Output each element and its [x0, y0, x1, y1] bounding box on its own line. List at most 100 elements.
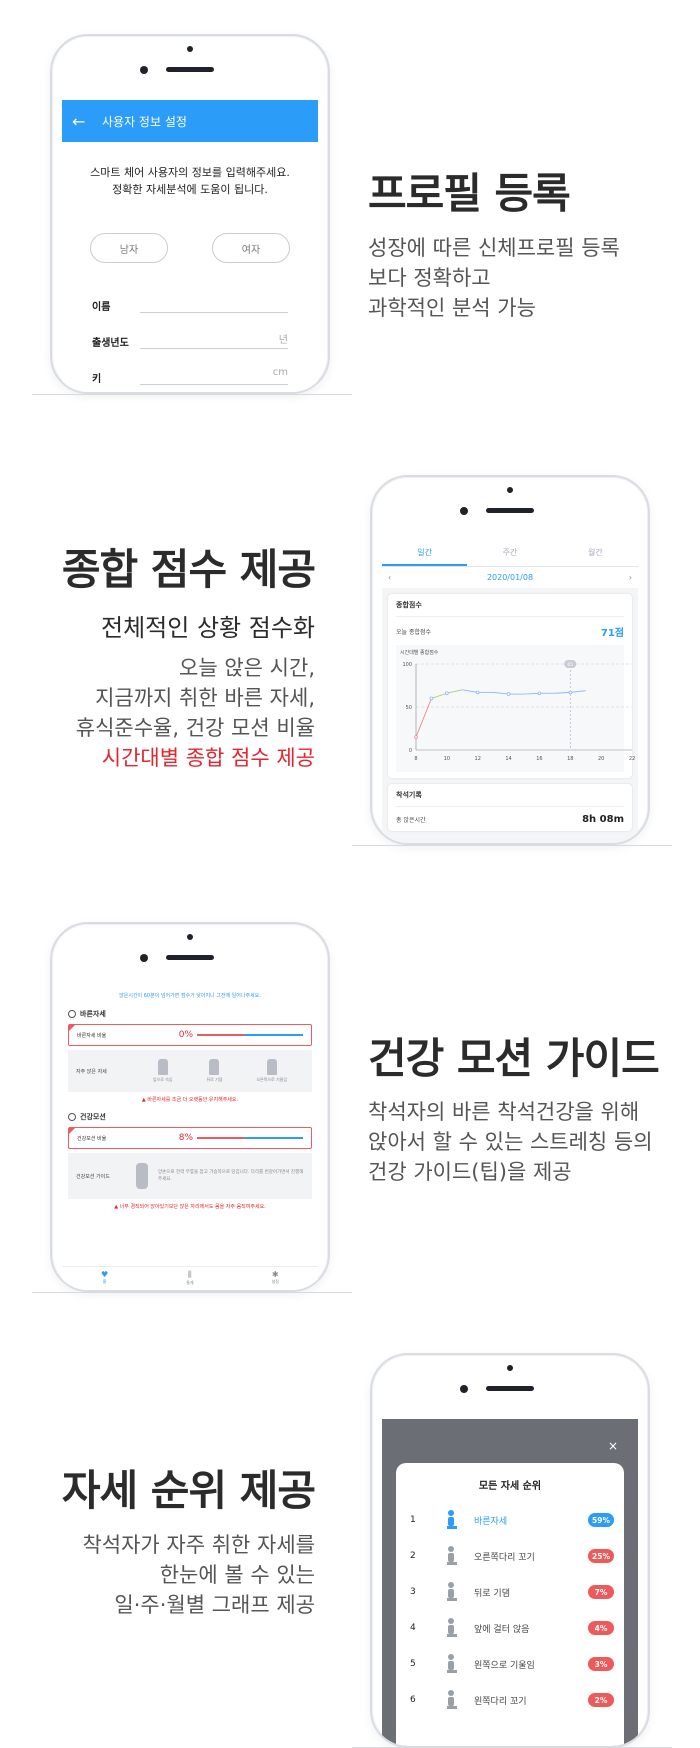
sitting-record-card: 착석기록 총 앉은시간 8h 08m — [388, 784, 632, 831]
motion-guide-row: 건강모션 가이드 양손으로 전력 무릎을 잡고 가슴쪽으로 당깁니다. 다리를 … — [68, 1153, 312, 1199]
profile-heading: 프로필 등록 — [368, 169, 571, 218]
series-segment — [431, 692, 447, 699]
divider — [32, 1292, 352, 1293]
next-date-icon[interactable]: › — [629, 573, 632, 582]
x-tick-label: 18 — [567, 756, 573, 762]
x-tick-label: 10 — [444, 756, 450, 762]
back-arrow-icon[interactable]: ← — [72, 112, 102, 131]
card-title: 착석기록 — [396, 790, 624, 807]
rank-number: 5 — [410, 1659, 416, 1669]
gender-female-button[interactable]: 여자 — [212, 233, 290, 263]
height-input[interactable]: cm — [140, 367, 288, 385]
guide-description: 착석자의 바른 착석건강을 위해 앉아서 할 수 있는 스트레칭 등의 건강 가… — [368, 1097, 653, 1187]
rank-label: 바른자세 — [474, 1516, 508, 1527]
sit-time-label: 총 앉은시간 — [396, 817, 426, 824]
ratio-value: 8% — [178, 1133, 193, 1143]
name-field-row: 이름 — [62, 293, 318, 313]
speaker — [166, 67, 214, 72]
score-subheading: 전체적인 상황 점수화 — [101, 614, 315, 642]
desc-line: 한눈에 볼 수 있는 — [159, 1563, 315, 1587]
rank-percent-badge: 59% — [588, 1513, 614, 1527]
heart-icon: ♥ — [101, 1270, 109, 1279]
sensor-dot — [187, 46, 193, 52]
camera — [140, 66, 148, 74]
card-title: 종합점수 — [396, 600, 624, 617]
series-segment — [415, 698, 432, 738]
nav-settings[interactable]: ✱ 설정 — [272, 1267, 279, 1290]
tab-monthly[interactable]: 월간 — [553, 541, 638, 566]
nav-stats[interactable]: ⫼ 통계 — [186, 1267, 193, 1290]
height-field-row: 키 cm — [62, 365, 318, 385]
desc-line: 오늘 앉은 시간, — [179, 656, 315, 680]
speaker — [486, 1386, 534, 1391]
y-tick-label: 100 — [402, 662, 412, 668]
nav-label: 통계 — [186, 1280, 194, 1285]
x-tick-label: 12 — [475, 756, 481, 762]
nav-label: 홈 — [102, 1279, 107, 1284]
hint-text: 앉은시간이 60분이 넘어가면 점수가 낮아지니 그전에 일어나주세요. — [119, 993, 261, 999]
posture-ratio-row: 바른자세 비율 0% — [68, 1024, 312, 1046]
desc-line: 보다 정확하고 — [368, 266, 491, 290]
period-tabs: 일간 주간 월간 — [382, 541, 638, 567]
data-point — [429, 696, 434, 701]
today-score-value: 71점 — [600, 628, 624, 639]
gender-male-button[interactable]: 남자 — [90, 233, 168, 263]
posture-ranking-modal: 모든 자세 순위 1 바른자세 59% 2 오른쪽다리 꼬기 25% 3 뒤로 기댐 7% 4 앞에… — [396, 1463, 624, 1746]
guide-heading: 건강 모션 가이드 — [368, 1034, 660, 1083]
birth-year-input[interactable]: 년 — [140, 331, 288, 349]
warning-text: 너무 경직되어 앉아있기보단 앉은 자리에서도 몸을 자주 움직여주세요. — [119, 1204, 266, 1210]
nav-home[interactable]: ♥ 홈 — [101, 1267, 108, 1290]
desc-line: 지금까지 취한 바른 자세, — [95, 686, 315, 710]
frequent-posture-row: 자주 앉은 자세 앞으로 숙임 뒤로 기댐 오른쪽으로 기울임 — [68, 1050, 312, 1092]
date-navigator: ‹ 2020/01/08 › — [382, 567, 638, 588]
nav-label: 설정 — [271, 1279, 279, 1284]
divider — [32, 394, 352, 395]
close-icon[interactable]: × — [608, 1439, 618, 1453]
intro-text: 스마트 체어 사용자의 정보를 입력해주세요. 정확한 자세분석에 도움이 됩니… — [62, 164, 318, 198]
data-point — [414, 735, 418, 739]
lean-right-icon — [266, 1059, 277, 1075]
rank-number: 6 — [410, 1695, 416, 1705]
ratio-bar — [197, 1137, 303, 1139]
rank-number: 1 — [410, 1515, 416, 1525]
rank-percent-badge: 7% — [588, 1585, 614, 1599]
stretch-figure-icon — [136, 1163, 148, 1189]
tab-daily[interactable]: 일간 — [382, 541, 468, 566]
sit-time-row: 총 앉은시간 8h 08m — [396, 814, 624, 825]
time-marker-label: 65 — [567, 662, 573, 668]
figure-label: 앞으로 숙임 — [152, 1077, 173, 1082]
score-line-chart: 0 50 100 8 10 12 14 16 18 20 22 65 — [402, 660, 635, 762]
rank-label: 뒤로 기댐 — [474, 1588, 510, 1599]
ranking-row: 3 뒤로 기댐 7% — [396, 1574, 624, 1610]
score-description: 오늘 앉은 시간, 지금까지 취한 바른 자세, 휴식준수율, 건강 모션 비율… — [76, 653, 315, 773]
height-label: 키 — [92, 374, 102, 385]
x-tick-label: 20 — [598, 756, 604, 762]
desc-line: 착석자가 자주 취한 자세를 — [82, 1533, 315, 1557]
intro-line: 스마트 체어 사용자의 정보를 입력해주세요. — [90, 166, 290, 179]
name-input[interactable] — [140, 295, 288, 313]
desc-line: 앉아서 할 수 있는 스트레칭 등의 — [368, 1130, 653, 1154]
posture-figure: 오른쪽으로 기울임 — [256, 1059, 287, 1083]
ranking-row: 2 오른쪽다리 꼬기 25% — [396, 1538, 624, 1574]
data-point — [537, 691, 542, 696]
rank-percent-badge: 3% — [588, 1657, 614, 1671]
sensor-dot — [507, 1365, 513, 1371]
figure-label: 오른쪽으로 기울임 — [256, 1077, 288, 1082]
x-tick-label: 22 — [629, 756, 635, 762]
app-bar-title: 사용자 정보 설정 — [102, 114, 187, 129]
data-point — [475, 690, 480, 695]
ranking-row: 4 앞에 걸터 앉음 4% — [396, 1610, 624, 1646]
guide-label: 건강모션 가이드 — [76, 1173, 110, 1180]
prev-date-icon[interactable]: ‹ — [388, 573, 391, 582]
tab-weekly[interactable]: 주간 — [467, 541, 552, 566]
score-screen: 일간 주간 월간 ‹ 2020/01/08 › 종합점수 오늘 종합점수 71점… — [382, 541, 638, 843]
phone-mockup-profile: ← 사용자 정보 설정 스마트 체어 사용자의 정보를 입력해주세요. 정확한 … — [50, 34, 330, 394]
motion-warning: ▲ 너무 경직되어 앉아있기보단 앉은 자리에서도 몸을 자주 움직여주세요. — [114, 1204, 266, 1210]
ranking-row: 1 바른자세 59% — [396, 1502, 624, 1538]
posture-figure-icon — [447, 1654, 457, 1673]
stats-icon: ⫼ — [188, 1270, 192, 1279]
desc-line: 일·주·월별 그래프 제공 — [114, 1593, 315, 1617]
bottom-navigation: ♥ 홈 ⫼ 통계 ✱ 설정 — [62, 1266, 318, 1290]
frequent-label: 자주 앉은 자세 — [76, 1068, 107, 1075]
ratio-bar — [197, 1034, 303, 1036]
